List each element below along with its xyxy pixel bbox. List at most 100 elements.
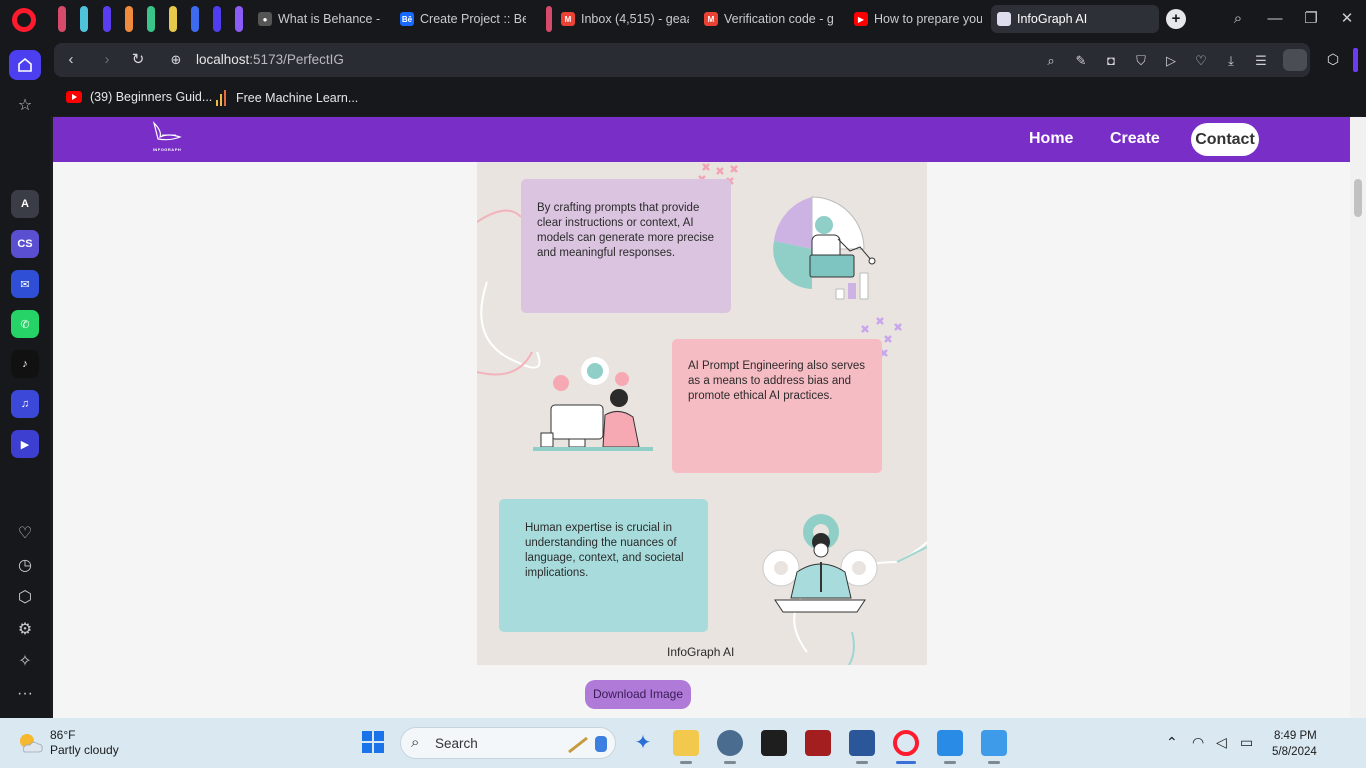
site-logo[interactable]: INFOGRAPH bbox=[149, 121, 185, 159]
tab-title: InfoGraph AI bbox=[1017, 12, 1088, 26]
pinned-tab[interactable] bbox=[213, 6, 221, 32]
taskbar-search-box[interactable]: ⌕ Search bbox=[400, 727, 616, 759]
site-info-globe-icon[interactable]: ⊕ bbox=[167, 51, 185, 69]
download-image-button[interactable]: Download Image bbox=[585, 680, 691, 709]
copilot-app-icon[interactable]: ✦ bbox=[630, 730, 656, 756]
opera-logo-icon[interactable] bbox=[12, 8, 36, 32]
tab-infograph-active[interactable]: InfoGraph AI bbox=[991, 5, 1159, 33]
edit-icon[interactable]: ✎ bbox=[1072, 52, 1090, 70]
settings-app-icon[interactable] bbox=[717, 730, 743, 756]
tab-search-icon[interactable]: ⌕ bbox=[1229, 10, 1247, 28]
nav-home-link[interactable]: Home bbox=[1029, 130, 1073, 148]
close-window-icon[interactable]: ✕ bbox=[1338, 10, 1356, 28]
pinned-tab[interactable] bbox=[103, 6, 111, 32]
behance-chat-icon: ● bbox=[258, 12, 272, 26]
shield-icon[interactable]: ⛉ bbox=[1132, 52, 1150, 70]
whatsapp-icon[interactable]: ✆ bbox=[11, 310, 39, 338]
nav-create-link[interactable]: Create bbox=[1110, 130, 1160, 148]
bookmark-item[interactable]: (39) Beginners Guid... bbox=[66, 90, 212, 104]
wifi-icon[interactable]: ◠ bbox=[1192, 734, 1204, 751]
flow-send-icon[interactable]: ▷ bbox=[1162, 52, 1180, 70]
battery-icon[interactable]: ▭ bbox=[1240, 734, 1253, 751]
analyst-laptop-illustration bbox=[773, 196, 876, 300]
history-clock-icon[interactable]: ◷ bbox=[15, 556, 35, 576]
pinned-tab[interactable] bbox=[80, 6, 88, 32]
tab-behance-what[interactable]: ● What is Behance - Po bbox=[252, 5, 390, 33]
address-bar[interactable]: ‹ › ↻ ⊕ localhost:5173/PerfectIG ⌕ ✎ ◘ ⛉… bbox=[54, 43, 1310, 77]
download-icon[interactable]: ⤓ bbox=[1222, 52, 1240, 70]
show-hidden-icons-chevron-icon[interactable]: ⌃ bbox=[1166, 734, 1178, 751]
vscode-icon[interactable] bbox=[937, 730, 963, 756]
bookmark-item[interactable]: Free Machine Learn... bbox=[216, 90, 358, 106]
lightbulb-icon[interactable]: ✧ bbox=[15, 652, 35, 672]
forward-arrow-icon[interactable]: › bbox=[98, 51, 116, 69]
extensions-cube-icon[interactable]: ⬡ bbox=[1324, 51, 1342, 69]
tab-title: Verification code - gle bbox=[724, 12, 834, 26]
url-host: localhost bbox=[196, 52, 250, 67]
url-text[interactable]: localhost:5173/PerfectIG bbox=[196, 52, 344, 67]
settings-gear-icon[interactable]: ⚙ bbox=[15, 620, 35, 640]
pinned-tab[interactable] bbox=[169, 6, 177, 32]
running-indicator bbox=[988, 761, 1000, 764]
clock-time: 8:49 PM bbox=[1273, 730, 1317, 742]
favorite-heart-icon[interactable]: ♡ bbox=[1192, 52, 1210, 70]
partly-cloudy-icon bbox=[16, 730, 43, 756]
running-indicator bbox=[856, 761, 868, 764]
weather-description: Partly cloudy bbox=[50, 743, 119, 757]
camera-icon[interactable]: ◘ bbox=[1102, 52, 1120, 70]
file-explorer-icon[interactable] bbox=[673, 730, 699, 756]
reload-icon[interactable]: ↻ bbox=[129, 51, 147, 69]
running-indicator bbox=[944, 761, 956, 764]
pinned-tab[interactable] bbox=[191, 6, 199, 32]
player-icon[interactable]: ▶ bbox=[11, 430, 39, 458]
cs-app-icon[interactable]: CS bbox=[11, 230, 39, 258]
home-icon[interactable] bbox=[9, 50, 41, 80]
scrollbar-thumb[interactable] bbox=[1354, 179, 1362, 217]
logo-text: INFOGRAPH bbox=[152, 147, 182, 152]
tiktok-icon[interactable]: ♪ bbox=[11, 350, 39, 378]
volume-icon[interactable]: ◁ bbox=[1216, 734, 1227, 751]
windows-start-icon[interactable] bbox=[362, 731, 384, 753]
new-tab-plus-icon[interactable]: + bbox=[1166, 9, 1186, 29]
pinned-tab[interactable] bbox=[58, 6, 66, 32]
lens-search-icon[interactable]: ⌕ bbox=[1042, 52, 1060, 70]
holy-bible-app-icon[interactable] bbox=[805, 730, 831, 756]
pinned-tab[interactable] bbox=[235, 6, 243, 32]
back-arrow-icon[interactable]: ‹ bbox=[62, 51, 80, 69]
restore-icon[interactable]: ❐ bbox=[1302, 10, 1320, 28]
aria-ai-icon[interactable]: A bbox=[11, 190, 39, 218]
word-app-icon[interactable] bbox=[849, 730, 875, 756]
page-scrollbar[interactable] bbox=[1350, 117, 1366, 718]
address-bar-row: ‹ › ↻ ⊕ localhost:5173/PerfectIG ⌕ ✎ ◘ ⛉… bbox=[50, 38, 1366, 82]
search-icon: ⌕ bbox=[411, 734, 420, 751]
pinned-tab[interactable] bbox=[125, 6, 133, 32]
tab-behance-create[interactable]: Bē Create Project :: Beha bbox=[394, 5, 532, 33]
behance-icon: Bē bbox=[400, 12, 414, 26]
minimize-icon[interactable]: — bbox=[1266, 10, 1284, 28]
weather-widget[interactable]: 86°F Partly cloudy bbox=[16, 728, 119, 758]
opera-browser-icon[interactable] bbox=[893, 730, 919, 756]
youtube-icon: ▶ bbox=[854, 12, 868, 26]
nav-contact-button[interactable]: Contact bbox=[1191, 123, 1259, 156]
windows-taskbar: 86°F Partly cloudy ⌕ Search ✦ ⌃ ◠ ◁ ▭ 8:… bbox=[0, 718, 1366, 768]
easy-setup-icon[interactable]: ☰ bbox=[1252, 52, 1270, 70]
more-dots-icon[interactable]: ··· bbox=[15, 684, 35, 704]
info-card-expertise: Human expertise is crucial in understand… bbox=[499, 499, 708, 632]
music-player-icon[interactable]: ♫ bbox=[11, 390, 39, 418]
clock-date: 5/8/2024 bbox=[1272, 746, 1317, 758]
cube-icon[interactable]: ⬡ bbox=[15, 588, 35, 608]
profile-avatar-icon[interactable] bbox=[1283, 49, 1307, 71]
tab-gmail-verification[interactable]: M Verification code - gle bbox=[698, 5, 840, 33]
messenger-icon[interactable]: ✉ bbox=[11, 270, 39, 298]
infograph-icon bbox=[997, 12, 1011, 26]
tab-youtube[interactable]: ▶ How to prepare your bbox=[848, 5, 988, 33]
tab-title: What is Behance - Po bbox=[278, 12, 384, 26]
tab-gmail-inbox[interactable]: M Inbox (4,515) - geaak bbox=[555, 5, 695, 33]
system-clock[interactable]: 8:49 PM 5/8/2024 bbox=[1272, 728, 1317, 760]
pinned-tab[interactable] bbox=[147, 6, 155, 32]
speed-dial-star-icon[interactable]: ☆ bbox=[15, 96, 35, 116]
bookmarks-bar: (39) Beginners Guid... Free Machine Lear… bbox=[50, 82, 1366, 116]
photos-app-icon[interactable] bbox=[981, 730, 1007, 756]
heart-icon[interactable]: ♡ bbox=[15, 524, 35, 544]
terminal-icon[interactable] bbox=[761, 730, 787, 756]
